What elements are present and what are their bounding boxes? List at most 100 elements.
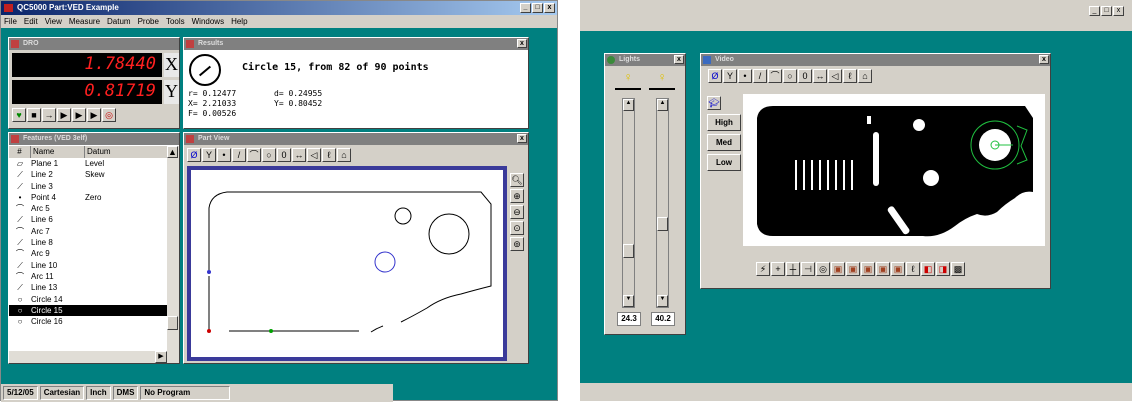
video-image[interactable] — [743, 94, 1045, 246]
box-edge-icon-2[interactable]: ▣ — [846, 262, 860, 276]
dro-y-axis-button[interactable]: Y — [164, 80, 179, 104]
feature-row-selected[interactable]: ○ Circle 15 — [9, 304, 167, 317]
video-arc-tool-icon[interactable]: ⌒ — [768, 69, 782, 83]
feature-row[interactable]: ⟋ Line 8 — [9, 237, 167, 248]
slider2-up-icon[interactable]: ▲ — [657, 99, 668, 111]
features-vscrollbar[interactable]: ▲ — [167, 146, 179, 351]
point-tool-icon[interactable]: • — [217, 148, 231, 162]
feature-row[interactable]: ⌒ Arc 11 — [9, 271, 167, 282]
col-name[interactable]: Name — [31, 146, 85, 158]
feature-row[interactable]: ○ Circle 14 — [9, 294, 167, 305]
slider1-thumb[interactable] — [623, 244, 634, 258]
feature-row[interactable]: ⟋ Line 13 — [9, 282, 167, 293]
zoom-extents-icon[interactable]: ⊚ — [510, 237, 524, 251]
high-level-button[interactable]: High — [707, 114, 741, 131]
slot-tool-icon[interactable]: 0 — [277, 148, 291, 162]
video-circle-tool-icon[interactable]: ○ — [783, 69, 797, 83]
scroll-up-icon[interactable]: ▲ — [167, 146, 178, 158]
box-edge-icon-1[interactable]: ▣ — [831, 262, 845, 276]
contrast-icon-1[interactable]: ◧ — [921, 262, 935, 276]
menu-help[interactable]: Help — [231, 15, 247, 28]
light-value-2[interactable]: 40.2 — [651, 312, 675, 326]
slider2-down-icon[interactable]: ▼ — [657, 295, 668, 307]
med-level-button[interactable]: Med — [707, 134, 741, 151]
menu-datum[interactable]: Datum — [107, 15, 131, 28]
part-canvas[interactable] — [187, 166, 507, 361]
menu-view[interactable]: View — [45, 15, 62, 28]
zoom-icon[interactable]: 🔍︎ — [510, 173, 524, 187]
menu-probe[interactable]: Probe — [138, 15, 159, 28]
video-distance-tool-icon[interactable]: ↔ — [813, 69, 827, 83]
zoom-in-icon[interactable]: ⊕ — [510, 189, 524, 203]
probe-tool-icon[interactable]: Ø — [187, 148, 201, 162]
video-slot-tool-icon[interactable]: 0 — [798, 69, 812, 83]
features-hscrollbar[interactable]: ▶ — [9, 351, 179, 363]
close-button[interactable]: x — [544, 3, 555, 13]
video-blob-tool-icon[interactable]: ℓ — [843, 69, 857, 83]
zoom-out-icon[interactable]: ⊖ — [510, 205, 524, 219]
feature-row[interactable]: • Point 4 Zero — [9, 192, 167, 203]
fast-forward-icon[interactable]: ▶ — [87, 108, 101, 122]
angle-tool-icon[interactable]: ◁ — [307, 148, 321, 162]
video-angle-tool-icon[interactable]: ◁ — [828, 69, 842, 83]
video-line-tool-icon[interactable]: / — [753, 69, 767, 83]
feature-row[interactable]: ⌒ Arc 9 — [9, 248, 167, 259]
status-units[interactable]: Inch — [86, 386, 111, 400]
target-icon[interactable]: ◎ — [102, 108, 116, 122]
zoom-fit-icon[interactable]: ⊙ — [510, 221, 524, 235]
dro-x-axis-button[interactable]: X — [164, 53, 179, 77]
minimize-button[interactable]: _ — [520, 3, 531, 13]
video-close-icon[interactable]: x — [1039, 55, 1049, 64]
light-slider-2[interactable]: ▲ ▼ — [656, 98, 669, 308]
video-probe-tool-icon[interactable]: Ø — [708, 69, 722, 83]
contrast-icon-2[interactable]: ◨ — [936, 262, 950, 276]
col-datum[interactable]: Datum — [85, 146, 167, 158]
feature-row[interactable]: ⌒ Arc 7 — [9, 226, 167, 237]
scroll-thumb[interactable] — [167, 316, 178, 330]
menu-edit[interactable]: Edit — [24, 15, 38, 28]
feature-row[interactable]: ⟋ Line 2 Skew — [9, 169, 167, 180]
feature-row[interactable]: ○ Circle 16 — [9, 316, 167, 327]
checker-icon[interactable]: ▩ — [951, 262, 965, 276]
crosshair-tool-icon[interactable]: Y — [202, 148, 216, 162]
low-level-button[interactable]: Low — [707, 154, 741, 171]
maximize-button[interactable]: □ — [532, 3, 543, 13]
scroll-right-icon[interactable]: ▶ — [155, 351, 167, 363]
menu-file[interactable]: File — [4, 15, 17, 28]
magic-wand-icon[interactable]: ⚡︎ — [756, 262, 770, 276]
menu-windows[interactable]: Windows — [192, 15, 224, 28]
circle-tool-icon[interactable]: ○ — [262, 148, 276, 162]
menu-tools[interactable]: Tools — [166, 15, 185, 28]
arc-tool-icon[interactable]: ⌒ — [247, 148, 261, 162]
slider1-up-icon[interactable]: ▲ — [623, 99, 634, 111]
feature-row[interactable]: ⟋ Line 3 — [9, 181, 167, 192]
feature-row[interactable]: ⌒ Arc 5 — [9, 203, 167, 214]
slider1-down-icon[interactable]: ▼ — [623, 295, 634, 307]
step-forward-icon[interactable]: ▶ — [57, 108, 71, 122]
feature-row[interactable]: ⟋ Line 10 — [9, 260, 167, 271]
lights-close-icon[interactable]: x — [674, 55, 684, 64]
slider2-thumb[interactable] — [657, 217, 668, 231]
video-gage-tool-icon[interactable]: ⌂ — [858, 69, 872, 83]
graduate-cap-icon[interactable]: 🎓︎ — [707, 96, 721, 110]
gage-tool-icon[interactable]: ⌂ — [337, 148, 351, 162]
feature-row[interactable]: ▱ Plane 1 Level — [9, 158, 167, 169]
status-coord-mode[interactable]: Cartesian — [39, 386, 85, 400]
circle-edge-icon[interactable]: ◎ — [816, 262, 830, 276]
crosshair-icon[interactable]: + — [771, 262, 785, 276]
feature-row[interactable]: ⟋ Line 6 — [9, 214, 167, 225]
line-tool-icon[interactable]: / — [232, 148, 246, 162]
right-close-button[interactable]: x — [1113, 6, 1124, 16]
box-edge-icon-3[interactable]: ▣ — [861, 262, 875, 276]
blob-edge-icon[interactable]: ℓ — [906, 262, 920, 276]
video-crosshair-tool-icon[interactable]: Y — [723, 69, 737, 83]
stop-icon[interactable]: ■ — [27, 108, 41, 122]
distance-tool-icon[interactable]: ↔ — [292, 148, 306, 162]
menu-measure[interactable]: Measure — [69, 15, 100, 28]
probe-heart-icon[interactable]: ♥ — [12, 108, 26, 122]
video-point-tool-icon[interactable]: • — [738, 69, 752, 83]
right-maximize-button[interactable]: □ — [1101, 6, 1112, 16]
edge-arrow-icon[interactable]: ⊣ — [801, 262, 815, 276]
right-minimize-button[interactable]: _ — [1089, 6, 1100, 16]
col-number[interactable]: # — [9, 146, 31, 158]
